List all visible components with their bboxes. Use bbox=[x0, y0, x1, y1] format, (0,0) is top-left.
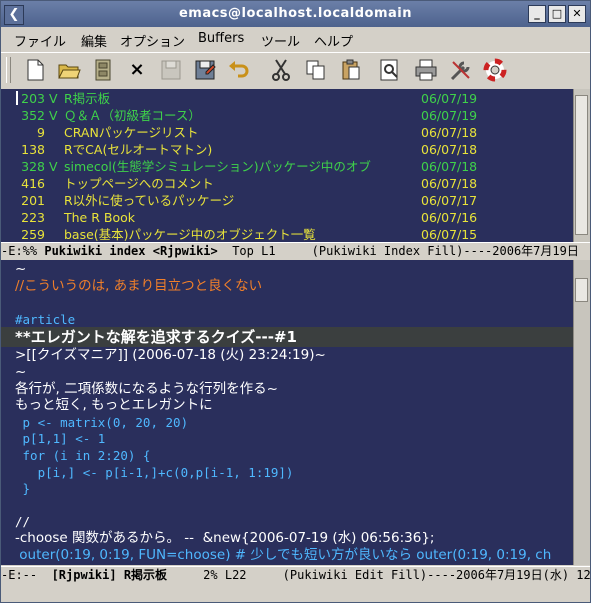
index-row-title: Ｑ＆Ａ（初級者コース） bbox=[64, 108, 201, 123]
paste-icon[interactable] bbox=[338, 57, 364, 83]
index-row[interactable]: 328 Vsimecol(生態学シミュレーション)パッケージ中のオブ 06/07/1… bbox=[1, 158, 573, 175]
index-pane[interactable]: 203 V R掲示板 06/07/19 352 V Ｑ＆Ａ（初級者コース） 06/07/19 9… bbox=[1, 89, 573, 242]
edit-line: 各行が, 二項係数になるような行列を作る~ bbox=[15, 380, 278, 397]
index-row-flag: V bbox=[49, 91, 58, 106]
index-row-date: 06/07/18 bbox=[421, 159, 478, 174]
index-row-title: simecol(生態学シミュレーション)パッケージ中のオブ bbox=[64, 159, 371, 174]
new-file-icon[interactable] bbox=[22, 57, 48, 83]
edit-line: p <- matrix(0, 20, 20) bbox=[15, 414, 189, 430]
index-row-date: 06/07/18 bbox=[421, 125, 478, 140]
index-row-title: RでCA(セルオートマトン) bbox=[64, 142, 213, 157]
edit-buffer-name: [Rjpwiki] R掲示板 bbox=[51, 568, 168, 582]
toolbar-grip[interactable] bbox=[6, 57, 11, 83]
index-row-title: base(基本)パッケージ中のオブジェクト一覧 bbox=[64, 227, 316, 242]
menu-bar: ファイル 編集 オプション Buffers ツール ヘルプ bbox=[1, 28, 590, 50]
index-row-title: CRANパッケージリスト bbox=[64, 125, 199, 140]
index-row[interactable]: 9 CRANパッケージリスト 06/07/18 bbox=[1, 124, 573, 141]
edit-line: >[[クイズマニア]] (2006-07-18 (火) 23:24:19)~ bbox=[15, 347, 326, 364]
index-row-date: 06/07/19 bbox=[421, 91, 478, 106]
index-modeline-info: Top L1 (Pukiwiki Index Fill)----2006年7月1… bbox=[217, 244, 579, 258]
index-row-title: トップページへのコメント bbox=[64, 176, 214, 191]
edit-line: ~ bbox=[15, 261, 27, 277]
title-bar[interactable]: ❮ emacs@localhost.localdomain _ □ ✕ bbox=[1, 1, 590, 27]
index-row[interactable]: 138 RでCA(セルオートマトン) 06/07/18 bbox=[1, 141, 573, 158]
index-row-number: 416 bbox=[21, 176, 45, 191]
index-row-flag: V bbox=[49, 159, 58, 174]
menu-help[interactable]: ヘルプ bbox=[314, 31, 353, 50]
emacs-window: ❮ emacs@localhost.localdomain _ □ ✕ ファイル… bbox=[0, 0, 591, 603]
minibuffer[interactable] bbox=[1, 584, 590, 602]
edit-line: もっと短く, もっとエレガントに bbox=[15, 397, 213, 414]
menu-file[interactable]: ファイル bbox=[14, 31, 66, 50]
edit-modeline[interactable]: -E:-- [Rjpwiki] R掲示板 2% L22 (Pukiwiki Ed… bbox=[1, 566, 590, 584]
save-as-icon[interactable] bbox=[192, 57, 218, 83]
index-row-number: 9 bbox=[37, 125, 45, 140]
index-row[interactable]: 223 The R Book 06/07/16 bbox=[1, 209, 573, 226]
index-row[interactable]: 352 V Ｑ＆Ａ（初級者コース） 06/07/19 bbox=[1, 107, 573, 124]
index-row-number: 201 bbox=[21, 193, 45, 208]
index-row-date: 06/07/17 bbox=[421, 193, 478, 208]
index-row-title: R以外に使っているパッケージ bbox=[64, 193, 235, 208]
current-heading-line: **エレガントな解を追求するクイズ---#1 bbox=[1, 327, 573, 348]
index-row[interactable]: 259 base(基本)パッケージ中のオブジェクト一覧 06/07/15 bbox=[1, 226, 573, 242]
index-row-number: 203 bbox=[21, 91, 45, 106]
edit-line: //こういうのは, あまり目立つと良くない bbox=[15, 277, 263, 294]
menu-edit[interactable]: 編集 bbox=[81, 31, 107, 50]
print-icon[interactable] bbox=[413, 57, 439, 83]
maximize-icon[interactable]: □ bbox=[548, 5, 566, 23]
index-row-date: 06/07/18 bbox=[421, 176, 478, 191]
index-row-flag: V bbox=[49, 108, 58, 123]
minimize-icon[interactable]: _ bbox=[528, 5, 546, 23]
save-disabled-icon bbox=[158, 57, 184, 83]
edit-modeline-state: -E:-- bbox=[1, 568, 52, 582]
index-scrollbar[interactable] bbox=[573, 89, 590, 242]
index-row-date: 06/07/18 bbox=[421, 142, 478, 157]
edit-scrollbar[interactable] bbox=[573, 260, 590, 565]
index-buffer-name: Pukiwiki index <Rjpwiki> bbox=[44, 244, 218, 258]
undo-icon[interactable] bbox=[226, 57, 252, 83]
edit-pane[interactable]: ~//こういうのは, あまり目立つと良くない #article **エレガントな解を… bbox=[1, 260, 573, 565]
index-row[interactable]: 201 R以外に使っているパッケージ 06/07/17 bbox=[1, 192, 573, 209]
index-row-number: 223 bbox=[21, 210, 45, 225]
edit-line: ~ bbox=[15, 364, 27, 380]
index-row-number: 352 bbox=[21, 108, 45, 123]
index-row[interactable]: 203 V R掲示板 06/07/19 bbox=[1, 90, 573, 107]
index-modeline-state: -E:%% bbox=[1, 244, 45, 258]
edit-line: for (i in 2:20) { bbox=[15, 448, 151, 463]
edit-line: p[i,] <- p[i-1,]+c(0,p[i-1, 1:19]) bbox=[15, 464, 294, 480]
index-row-title: The R Book bbox=[64, 210, 135, 225]
index-row-date: 06/07/15 bbox=[421, 227, 478, 242]
open-folder-icon[interactable] bbox=[56, 57, 82, 83]
edit-line: #article bbox=[15, 311, 76, 327]
edit-modeline-info: 2% L22 (Pukiwiki Edit Fill)----2006年7月19… bbox=[167, 568, 590, 582]
edit-scroll-thumb[interactable] bbox=[575, 278, 588, 302]
menu-buffers[interactable]: Buffers bbox=[198, 31, 244, 46]
close-x-icon[interactable]: × bbox=[124, 57, 150, 83]
cut-icon[interactable] bbox=[268, 57, 294, 83]
index-row-number: 328 bbox=[21, 159, 45, 174]
close-window-icon[interactable]: ✕ bbox=[568, 5, 586, 23]
edit-line: outer(0:19, 0:19, FUN=choose) # 少しでも短い方が… bbox=[15, 546, 552, 563]
dired-cabinet-icon[interactable] bbox=[90, 57, 116, 83]
index-scroll-thumb[interactable] bbox=[575, 95, 588, 235]
help-lifebuoy-icon[interactable] bbox=[482, 57, 508, 83]
copy-icon[interactable] bbox=[303, 57, 329, 83]
index-modeline[interactable]: -E:%% Pukiwiki index <Rjpwiki> Top L1 (P… bbox=[1, 242, 590, 260]
tool-bar: × bbox=[1, 52, 590, 90]
index-row-title: R掲示板 bbox=[64, 91, 111, 106]
index-row[interactable]: 416 トップページへのコメント 06/07/18 bbox=[1, 175, 573, 192]
menu-options[interactable]: オプション bbox=[120, 31, 185, 50]
edit-line: } bbox=[15, 481, 31, 497]
tools-icon[interactable] bbox=[448, 57, 474, 83]
edit-line: // bbox=[15, 514, 31, 530]
edit-line: p[1,1] <- 1 bbox=[15, 431, 106, 447]
index-row-number: 138 bbox=[21, 142, 45, 157]
menu-tools[interactable]: ツール bbox=[261, 31, 300, 50]
edit-line: -choose 関数があるから。 -- &new{2006-07-19 (水) … bbox=[15, 530, 435, 546]
window-title: emacs@localhost.localdomain bbox=[178, 6, 413, 21]
index-row-date: 06/07/16 bbox=[421, 210, 478, 225]
search-icon[interactable] bbox=[377, 57, 403, 83]
index-row-date: 06/07/19 bbox=[421, 108, 478, 123]
index-row-number: 259 bbox=[21, 227, 45, 242]
